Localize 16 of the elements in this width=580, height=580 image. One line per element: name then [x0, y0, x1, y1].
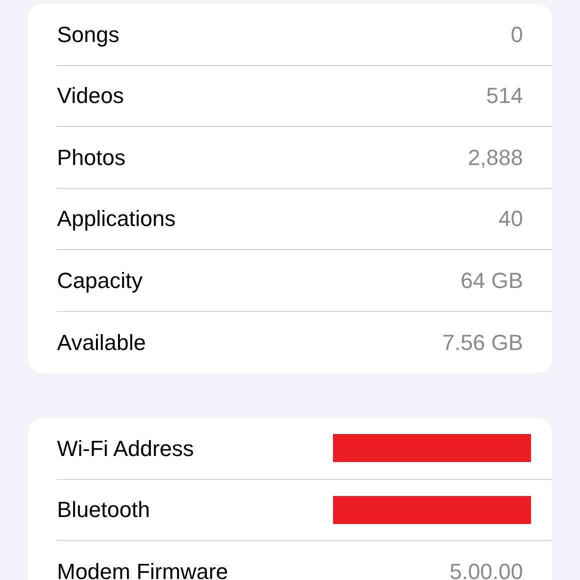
row-label: Videos	[57, 82, 124, 110]
row-label: Bluetooth	[57, 496, 150, 524]
row-value: 514	[486, 82, 523, 110]
row-label: Applications	[57, 205, 176, 234]
row-label: Photos	[57, 144, 126, 172]
row-value: 40	[498, 205, 523, 234]
row-label: Capacity	[57, 266, 143, 295]
row-value: 0	[510, 20, 523, 49]
row-value: 2,888	[468, 144, 523, 172]
row-label: Wi-Fi Address	[57, 434, 194, 463]
row-value: 64 GB	[460, 266, 523, 295]
row-label: Available	[57, 328, 146, 357]
row-label: Songs	[57, 20, 120, 49]
row-value: 7.56 GB	[442, 328, 523, 357]
row-label: Modem Firmware	[57, 558, 228, 580]
row-value: 5.00.00	[450, 558, 523, 580]
